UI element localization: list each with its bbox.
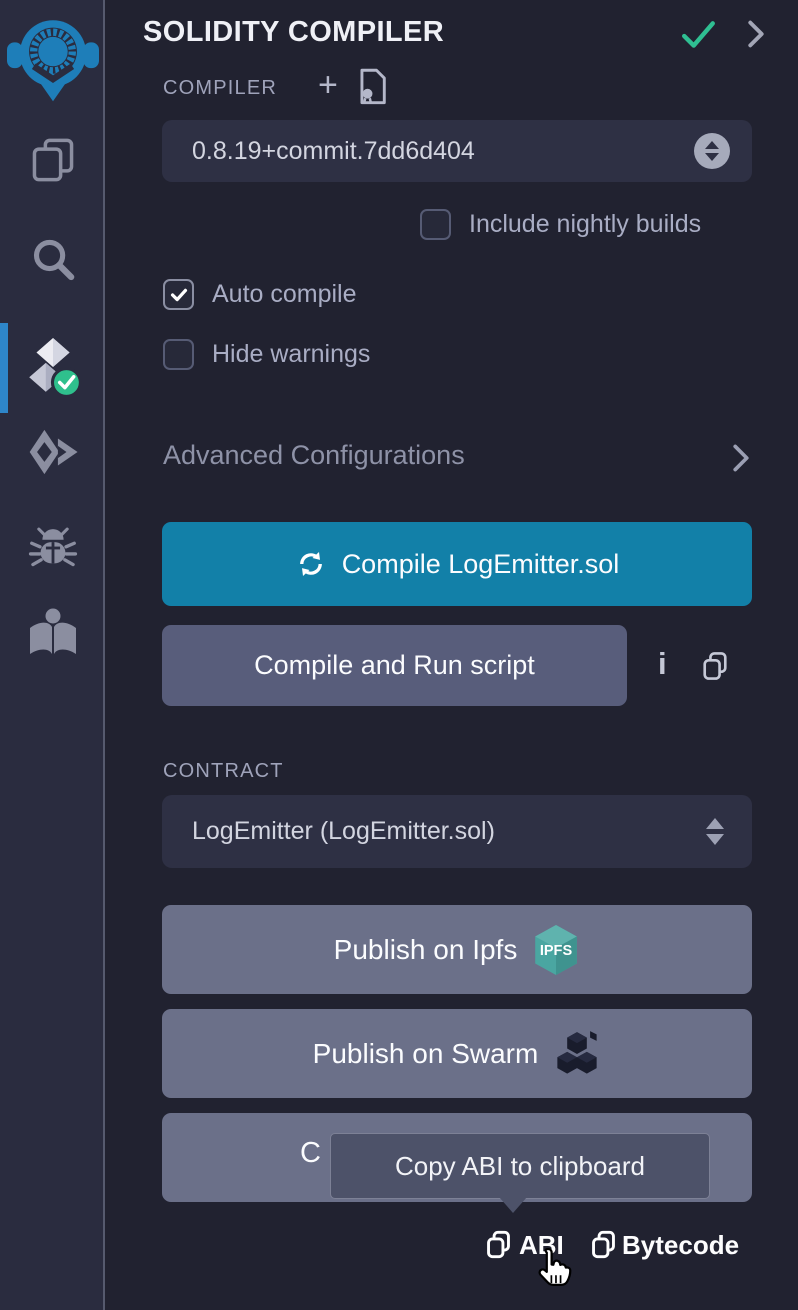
remix-logo-icon xyxy=(5,12,101,104)
hand-cursor-icon xyxy=(533,1246,575,1294)
sidebar-item-solidity-compiler[interactable] xyxy=(0,337,105,399)
sidebar-item-deploy-run[interactable] xyxy=(0,424,105,480)
sidebar-item-search[interactable] xyxy=(0,232,105,288)
include-nightly-label[interactable]: Include nightly builds xyxy=(469,210,701,239)
sidebar-item-debugger[interactable] xyxy=(0,520,105,576)
copy-bytecode-icon[interactable] xyxy=(589,1229,618,1260)
compile-success-icon xyxy=(680,17,718,53)
copy-abi-icon[interactable] xyxy=(484,1229,513,1260)
include-nightly-checkbox[interactable] xyxy=(420,209,451,240)
ipfs-badge-text: IPFS xyxy=(540,943,573,959)
contract-select[interactable]: LogEmitter (LogEmitter.sol) xyxy=(162,795,752,868)
compile-and-run-button[interactable]: Compile and Run script xyxy=(162,625,627,706)
contract-select-arrows-icon xyxy=(706,818,724,845)
solidity-compiler-icon xyxy=(22,337,84,399)
publish-ipfs-button[interactable]: Publish on Ipfs IPFS xyxy=(162,905,752,994)
search-icon xyxy=(28,234,78,286)
bytecode-button[interactable]: Bytecode xyxy=(622,1230,739,1261)
info-icon[interactable]: i xyxy=(658,646,667,682)
copy-abi-tooltip-text: Copy ABI to clipboard xyxy=(395,1151,645,1182)
icon-sidebar xyxy=(0,0,105,1310)
advanced-config-chevron-icon[interactable] xyxy=(728,443,754,473)
files-icon xyxy=(29,136,77,184)
page-title: SOLIDITY COMPILER xyxy=(143,16,444,49)
compiler-license-file-icon[interactable] xyxy=(356,68,388,106)
hide-warnings-checkbox[interactable] xyxy=(163,339,194,370)
compile-button[interactable]: Compile LogEmitter.sol xyxy=(162,522,752,606)
include-nightly-row: Include nightly builds xyxy=(420,209,701,240)
copy-script-icon[interactable] xyxy=(700,650,730,682)
sidebar-item-file-explorer[interactable] xyxy=(0,134,105,186)
add-compiler-icon[interactable]: + xyxy=(318,68,338,102)
auto-compile-checkbox[interactable] xyxy=(163,279,194,310)
advanced-config-label[interactable]: Advanced Configurations xyxy=(163,440,465,471)
ipfs-logo-icon: IPFS xyxy=(532,924,580,976)
publish-ipfs-label: Publish on Ipfs xyxy=(334,934,518,966)
compile-and-run-label: Compile and Run script xyxy=(254,650,535,681)
compiler-version-select[interactable]: 0.8.19+commit.7dd6d404 xyxy=(162,120,752,182)
contract-select-value: LogEmitter (LogEmitter.sol) xyxy=(184,817,495,846)
publish-swarm-button[interactable]: Publish on Swarm xyxy=(162,1009,752,1098)
app-root: SOLIDITY COMPILER COMPILER + 0.8.19+comm… xyxy=(0,0,798,1310)
sidebar-item-home[interactable] xyxy=(0,12,105,104)
hide-warnings-label[interactable]: Hide warnings xyxy=(212,340,370,369)
hide-warnings-row: Hide warnings xyxy=(163,339,370,370)
auto-compile-row: Auto compile xyxy=(163,279,357,310)
refresh-icon xyxy=(295,548,327,580)
tooltip-caret xyxy=(499,1197,527,1213)
compile-button-label: Compile LogEmitter.sol xyxy=(342,549,620,580)
book-icon xyxy=(26,606,80,660)
bug-icon xyxy=(27,522,79,574)
compiler-section-label: COMPILER xyxy=(163,77,277,100)
auto-compile-label[interactable]: Auto compile xyxy=(212,280,357,309)
checkmark-icon xyxy=(168,284,190,306)
deploy-run-icon xyxy=(26,427,80,477)
swarm-logo-icon xyxy=(553,1030,601,1078)
copy-abi-tooltip: Copy ABI to clipboard xyxy=(330,1133,710,1199)
partial-button-visible-text: C xyxy=(300,1137,321,1170)
panel-collapse-chevron-icon[interactable] xyxy=(742,18,770,50)
publish-swarm-label: Publish on Swarm xyxy=(313,1038,539,1070)
sidebar-item-learneth[interactable] xyxy=(0,605,105,661)
contract-section-label: CONTRACT xyxy=(163,760,284,783)
select-arrows-icon xyxy=(694,133,730,169)
compiler-version-value: 0.8.19+commit.7dd6d404 xyxy=(184,137,475,166)
